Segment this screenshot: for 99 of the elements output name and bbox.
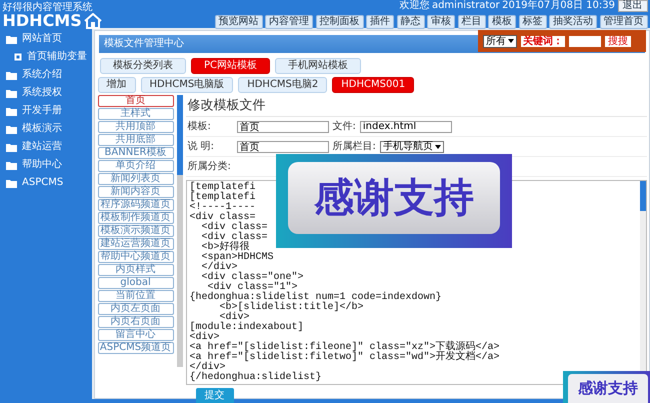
file-list-item[interactable]: 共用底部 [98,134,174,146]
editor-heading: 修改模板文件 [186,95,646,117]
nav-button[interactable]: 插件 [366,15,394,29]
select-field[interactable]: 手机导航页 [380,140,444,152]
folder-icon [6,34,17,44]
template-tab[interactable]: HDHCMS001 [332,76,414,92]
file-list-item[interactable]: 内页左页面 [98,303,174,315]
file-list-item[interactable]: 主样式 [98,108,174,120]
sidebar-item[interactable]: 模板演示 [0,120,92,138]
nav-button[interactable]: 预览网站 [214,15,262,29]
search-button[interactable]: 搜搜 [605,36,631,46]
logo-subtitle: 好得很内容管理系统 [2,2,94,12]
tab[interactable]: 手机网站模板 [275,58,362,74]
code-line: [templatefi [190,193,256,203]
sidebar-item[interactable]: ASPCMS [0,174,92,192]
username: administrator [432,1,500,11]
code-line: <b>[slidelist:title]</b> [218,303,364,313]
submit-button[interactable]: 提交 [196,388,234,403]
code-line: <b>好得很 [200,243,250,253]
field-label: 模板: [188,122,212,132]
field-label: 说 明: [188,142,216,152]
field-label: 所属分类: [188,162,232,172]
field-label: 所属栏目: [332,142,376,152]
field-label: 文件: [332,122,356,132]
folder-icon [6,178,17,188]
nav-button[interactable]: 控制面板 [316,15,364,29]
sidebar-item[interactable]: 首页辅助变量 [0,48,92,66]
code-line: <span>HDHCMS [200,253,274,263]
code-line: </div> [190,363,226,373]
file-list-item[interactable]: 帮助中心频道页 [98,251,174,263]
nav-button[interactable]: 静态 [396,15,424,29]
folder-icon [6,70,17,80]
sidebar-item[interactable]: 开发手册 [0,102,92,120]
code-line: <a href="[slidelist:filetwo]" class="wd">开发文档</a> [190,353,500,363]
code-line: <!----1---- [190,203,256,213]
file-list-item[interactable]: 当前位置 [98,290,174,302]
code-line: <div class="1"> [208,283,298,293]
file-list-item[interactable]: 内页样式 [98,264,174,276]
text-field[interactable]: 首页 [236,140,328,152]
banner-text: 感谢支持 [288,162,500,234]
keyword-label: 关键词： [521,36,565,46]
nav-button[interactable]: 内容管理 [265,15,313,29]
text-field[interactable]: index.html [360,120,452,132]
square-icon [14,53,22,61]
sidebar-item[interactable]: 网站首页 [0,30,92,48]
file-list-item[interactable]: BANNER模板 [98,147,174,159]
file-list-item[interactable]: 共用顶部 [98,121,174,133]
code-line: [templatefi [190,183,256,193]
file-list-item[interactable]: 建站运营频道页 [98,238,174,250]
code-line: <div class= [200,223,268,233]
template-tab[interactable]: HDHCMS电脑版 [140,76,234,92]
code-line: <div> [220,313,250,323]
nav-button[interactable]: 栏目 [458,15,486,29]
tab[interactable]: PC网站模板 [191,58,270,74]
file-list-item[interactable]: 新闻列表页 [98,173,174,185]
file-list-item[interactable]: 留言中心 [98,329,174,341]
template-tab[interactable]: HDHCMS电脑2 [238,76,328,92]
code-line: <div class="one"> [200,273,304,283]
sidebar-item[interactable]: 建站运营 [0,138,92,156]
folder-icon [6,124,17,134]
caret-icon [508,39,514,43]
file-list-item[interactable]: 模板演示频道页 [98,225,174,237]
nav-button[interactable]: 审核 [427,15,455,29]
scope-select[interactable]: 所有 [483,34,517,48]
nav-button[interactable]: 标签 [518,15,546,29]
code-line: </div> [200,263,238,273]
file-list-item[interactable]: 程序源码频道页 [98,199,174,211]
file-list-item[interactable]: global [98,277,174,289]
file-list-item[interactable]: ASPCMS频道页 [98,342,174,354]
folder-icon [6,106,17,116]
nav-button[interactable]: 抽奖活动 [549,15,597,29]
nav-button[interactable]: 模板 [488,15,516,29]
tab[interactable]: 模板分类列表 [100,58,186,74]
file-list-item[interactable]: 模板制作频道页 [98,212,174,224]
banner-text: 感谢支持 [568,374,648,403]
code-line: <div> [190,333,220,343]
template-tab[interactable]: 增加 [98,76,136,92]
date-time: 2019年07月08日 10:39 [502,1,615,11]
logout-button[interactable]: 退出 [618,0,648,12]
sidebar-item[interactable]: 系统授权 [0,84,92,102]
folder-icon [6,160,17,170]
file-list-item[interactable]: 首页 [98,95,174,107]
sidebar-item[interactable]: 帮助中心 [0,156,92,174]
file-list-item[interactable]: 新闻内容页 [98,186,174,198]
logo-text: HDHCMS [2,12,82,28]
search-field[interactable] [569,36,601,46]
file-list-item[interactable]: 单页介绍 [98,160,174,172]
scrollbar[interactable] [176,95,182,367]
text-field[interactable]: 首页 [236,120,328,132]
folder-icon [6,142,17,152]
folder-icon [6,88,17,98]
nav-button[interactable]: 管理首页 [600,15,648,29]
caret-icon [434,144,441,148]
code-line: <div class= [190,213,256,223]
code-line: {hedonghua:slidelist num=1 code=indexdown} [190,293,442,303]
file-list-item[interactable]: 内页右页面 [98,316,174,328]
code-line: [module:indexabout] [190,323,304,333]
sidebar-item[interactable]: 系统介绍 [0,66,92,84]
code-line: {/hedonghua:slidelist} [190,373,322,383]
